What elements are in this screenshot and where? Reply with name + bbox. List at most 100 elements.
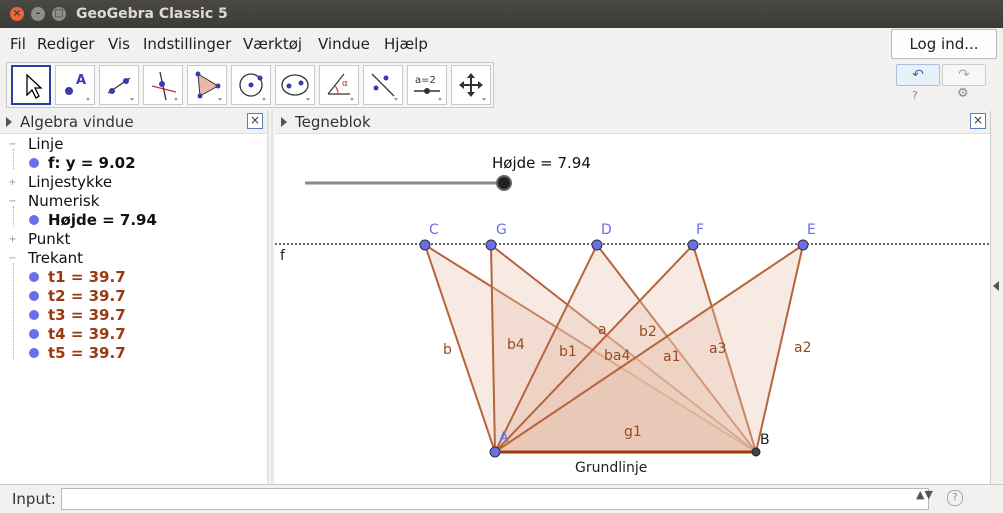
visibility-dot-icon[interactable]: [29, 348, 39, 358]
point-label: E: [807, 222, 816, 238]
panel-splitter[interactable]: [267, 111, 275, 484]
svg-text:A: A: [76, 73, 86, 88]
group-label[interactable]: Punkt: [28, 230, 70, 248]
expand-icon[interactable]: +: [8, 235, 17, 245]
expand-icon[interactable]: +: [8, 178, 17, 188]
svg-text:α: α: [342, 79, 348, 89]
perpendicular-line-tool-icon[interactable]: [143, 65, 183, 105]
visibility-dot-icon[interactable]: [29, 329, 39, 339]
point-label: G: [496, 222, 507, 238]
point-label: D: [601, 222, 612, 238]
segment-label: a3: [709, 341, 727, 357]
title-bar: × – □ GeoGebra Classic 5: [0, 0, 1003, 28]
segment-label: a: [598, 322, 607, 338]
segment-label: ba4: [604, 348, 630, 364]
visibility-dot-icon[interactable]: [29, 158, 39, 168]
slider-label: Højde = 7.94: [492, 154, 591, 172]
segment-label: b4: [507, 337, 525, 353]
algebra-item[interactable]: t2 = 39.7: [48, 287, 126, 305]
visibility-dot-icon[interactable]: [29, 291, 39, 301]
algebra-item[interactable]: f: y = 9.02: [48, 154, 136, 172]
visibility-dot-icon[interactable]: [29, 310, 39, 320]
slider-tool-icon[interactable]: a=2: [407, 65, 447, 105]
menu-edit[interactable]: Rediger: [37, 35, 95, 53]
point-f[interactable]: [687, 239, 699, 251]
algebra-view: − Linje f: y = 9.02 + Linjestykke − Nume…: [0, 134, 268, 484]
graphics-header: Tegneblok ×: [275, 111, 990, 134]
settings-gear-icon[interactable]: ⚙: [957, 86, 969, 101]
group-label[interactable]: Linje: [28, 135, 63, 153]
point-label: F: [696, 222, 704, 238]
point-label: B: [760, 432, 770, 448]
segment-label: g1: [624, 424, 642, 440]
maximize-window-icon[interactable]: □: [52, 7, 66, 21]
login-button[interactable]: Log ind...: [891, 29, 997, 59]
point-e[interactable]: [797, 239, 809, 251]
point-a[interactable]: [489, 446, 501, 458]
menu-help[interactable]: Hjælp: [384, 35, 428, 53]
algebra-item[interactable]: t4 = 39.7: [48, 325, 126, 343]
segment-label: a1: [663, 349, 681, 365]
collapse-icon[interactable]: −: [8, 140, 17, 150]
redo-button[interactable]: ↷: [942, 64, 986, 86]
point-d[interactable]: [591, 239, 603, 251]
graphics-title: Tegneblok: [295, 113, 371, 131]
close-algebra-icon[interactable]: ×: [247, 113, 263, 129]
window-title: GeoGebra Classic 5: [76, 6, 228, 22]
collapse-icon[interactable]: −: [8, 254, 17, 264]
undo-button[interactable]: ↶: [896, 64, 940, 86]
group-label[interactable]: Linjestykke: [28, 173, 112, 191]
algebra-header: Algebra vindue ×: [0, 111, 267, 134]
segment-label: b1: [559, 344, 577, 360]
minimize-window-icon[interactable]: –: [31, 7, 45, 21]
menu-file[interactable]: Fil: [10, 35, 26, 53]
collapse-icon[interactable]: −: [8, 197, 17, 207]
close-window-icon[interactable]: ×: [10, 7, 24, 21]
ellipse-tool-icon[interactable]: [275, 65, 315, 105]
segment-label: b2: [639, 324, 657, 340]
segment-label: a2: [794, 340, 812, 356]
visibility-dot-icon[interactable]: [29, 272, 39, 282]
point-tool-icon[interactable]: A: [55, 65, 95, 105]
menu-window[interactable]: Vindue: [318, 35, 370, 53]
input-help-icon[interactable]: ?: [947, 490, 963, 506]
input-field[interactable]: [61, 488, 929, 510]
collapse-triangle-icon[interactable]: [281, 117, 287, 127]
algebra-title: Algebra vindue: [20, 113, 134, 131]
slider-tool-label: a=2: [415, 75, 436, 86]
algebra-item[interactable]: t1 = 39.7: [48, 268, 126, 286]
segment-label: b: [443, 342, 452, 358]
graphics-view[interactable]: Højde = 7.94 f b b4 b1 a b2 ba4 a1 a3 a2…: [275, 134, 990, 484]
toolbar: A α a=2: [6, 62, 494, 108]
line-label-f: f: [280, 248, 286, 264]
reflect-tool-icon[interactable]: [363, 65, 403, 105]
polygon-tool-icon[interactable]: [187, 65, 227, 105]
group-label[interactable]: Trekant: [28, 249, 83, 267]
angle-tool-icon[interactable]: α: [319, 65, 359, 105]
slider-handle[interactable]: [496, 175, 512, 191]
right-sidebar-edge[interactable]: [990, 111, 1003, 484]
algebra-item[interactable]: t3 = 39.7: [48, 306, 126, 324]
menu-bar: Fil Rediger Vis Indstillinger Værktøj Vi…: [0, 28, 1003, 60]
algebra-item[interactable]: t5 = 39.7: [48, 344, 126, 362]
point-g[interactable]: [485, 239, 497, 251]
close-graphics-icon[interactable]: ×: [970, 113, 986, 129]
expand-sidebar-icon[interactable]: [993, 281, 999, 291]
move-graphics-view-tool-icon[interactable]: [451, 65, 491, 105]
input-label: Input:: [12, 490, 56, 508]
algebra-item[interactable]: Højde = 7.94: [48, 211, 157, 229]
menu-view[interactable]: Vis: [108, 35, 130, 53]
menu-settings[interactable]: Indstillinger: [143, 35, 231, 53]
circle-tool-icon[interactable]: [231, 65, 271, 105]
help-icon[interactable]: ?: [912, 89, 918, 102]
group-label[interactable]: Numerisk: [28, 192, 99, 210]
base-label: Grundlinje: [575, 460, 647, 476]
collapse-triangle-icon[interactable]: [6, 117, 12, 127]
point-b[interactable]: [751, 447, 761, 457]
visibility-dot-icon[interactable]: [29, 215, 39, 225]
move-tool-icon[interactable]: [11, 65, 51, 105]
input-history-spinner-icon[interactable]: ▲▼: [916, 488, 933, 501]
menu-tools[interactable]: Værktøj: [243, 35, 302, 53]
line-tool-icon[interactable]: [99, 65, 139, 105]
point-c[interactable]: [419, 239, 431, 251]
